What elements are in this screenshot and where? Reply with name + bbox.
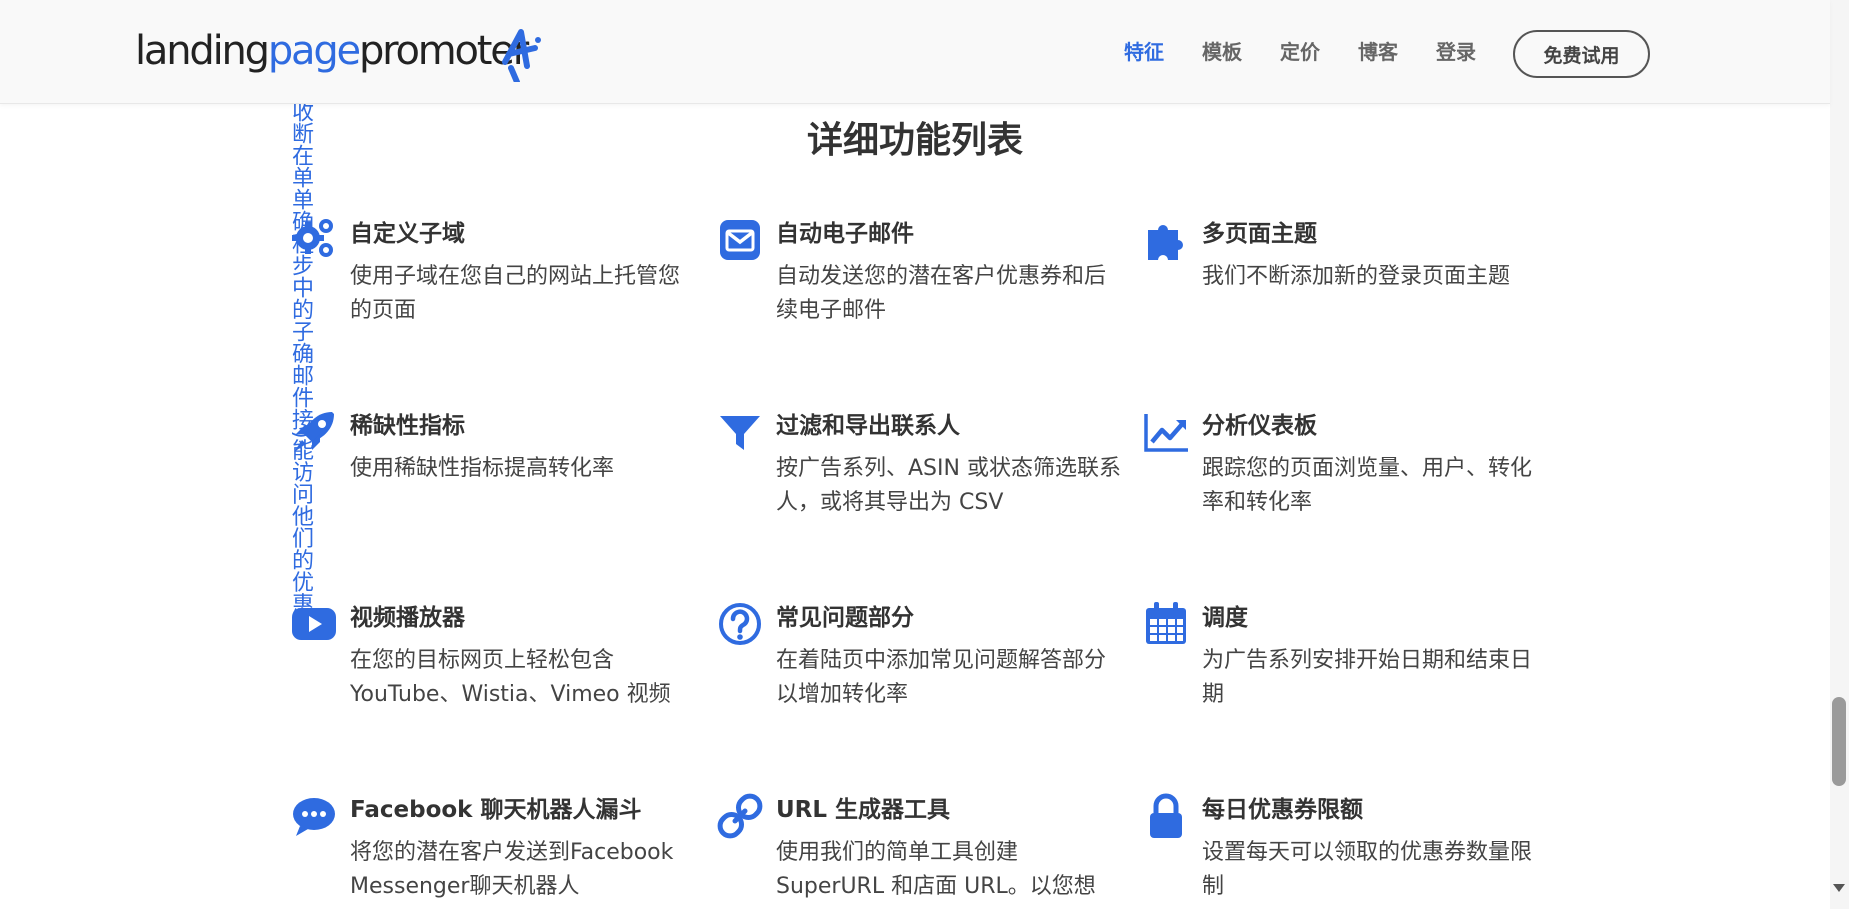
lock-icon <box>1150 793 1182 838</box>
feature-desc: 在着陆页中添加常见问题解答部分以增加转化率 <box>776 648 1107 707</box>
feature-desc: 使用稀缺性指标提高转化率 <box>350 456 615 481</box>
feature-desc: 使用我们的简单工具创建 SuperURL 和店面 URL。以您想 <box>776 840 1096 899</box>
feature-facebook-chatbot: Facebook 聊天机器人漏斗 将您的潜在客户发送到Facebook Mess… <box>293 794 710 904</box>
site-header: landingpagepromoter 特征 模板 定价 博客 登录 免费试用 <box>0 0 1830 104</box>
free-trial-button[interactable]: 免费试用 <box>1513 30 1650 78</box>
calendar-icon <box>1146 602 1186 644</box>
puzzle-icon <box>1148 225 1183 260</box>
feature-faq-section: 常见问题部分 在着陆页中添加常见问题解答部分以增加转化率 <box>719 602 1126 712</box>
gears-icon <box>292 219 333 257</box>
section-title: 详细功能列表 <box>806 120 1023 161</box>
logo-arrow-icon <box>502 29 541 82</box>
chat-icon <box>293 798 335 836</box>
nav-blog[interactable]: 博客 <box>1358 38 1398 66</box>
chart-line-icon <box>1144 414 1188 452</box>
feature-desc: 按广告系列、ASIN 或状态筛选联系人，或将其导出为 CSV <box>776 456 1121 515</box>
nav-templates[interactable]: 模板 <box>1202 38 1242 66</box>
feature-title: 稀缺性指标 <box>350 413 465 439</box>
question-circle-icon <box>719 603 761 645</box>
nav-pricing[interactable]: 定价 <box>1280 38 1320 66</box>
feature-daily-coupon-limit: 每日优惠券限额 设置每天可以领取的优惠券数量限制 <box>1150 793 1552 904</box>
site-logo[interactable]: landingpagepromoter <box>135 18 541 84</box>
feature-scheduling: 调度 为广告系列安排开始日期和结束日期 <box>1146 602 1552 712</box>
feature-desc: 为广告系列安排开始日期和结束日期 <box>1202 648 1533 707</box>
main-nav: 特征 模板 定价 博客 登录 <box>1124 38 1476 66</box>
link-icon <box>717 793 763 839</box>
feature-title: 视频播放器 <box>350 605 465 631</box>
feature-desc: 自动发送您的潜在客户优惠券和后续电子邮件 <box>776 264 1107 323</box>
feature-title: 自动电子邮件 <box>776 221 914 247</box>
feature-auto-email: 自动电子邮件 自动发送您的潜在客户优惠券和后续电子邮件 <box>720 218 1126 328</box>
feature-title: Facebook 聊天机器人漏斗 <box>350 797 642 823</box>
feature-title: 常见问题部分 <box>776 605 914 631</box>
nav-login[interactable]: 登录 <box>1436 38 1476 66</box>
feature-desc: 我们不断添加新的登录页面主题 <box>1202 264 1511 289</box>
feature-custom-subdomain: 自定义子域 使用子域在您自己的网站上托管您的页面 <box>292 218 700 328</box>
feature-multi-page-themes: 多页面主题 我们不断添加新的登录页面主题 <box>1148 218 1552 294</box>
feature-filter-export: 过滤和导出联系人 按广告系列、ASIN 或状态筛选联系人，或将其导出为 CSV <box>720 410 1126 520</box>
youtube-icon <box>292 608 336 640</box>
feature-title: 自定义子域 <box>350 221 465 247</box>
feature-desc: 使用子域在您自己的网站上托管您的页面 <box>350 264 681 323</box>
logo-text-page: page <box>267 28 361 74</box>
feature-analytics-dashboard: 分析仪表板 跟踪您的页面浏览量、用户、转化率和转化率 <box>1144 410 1552 520</box>
rocket-icon <box>294 412 334 452</box>
scrollbar-thumb[interactable] <box>1832 697 1846 786</box>
feature-desc: 设置每天可以领取的优惠券数量限制 <box>1202 840 1533 899</box>
feature-title: 多页面主题 <box>1202 221 1317 247</box>
feature-title: 每日优惠券限额 <box>1202 797 1363 823</box>
feature-desc: 跟踪您的页面浏览量、用户、转化率和转化率 <box>1202 456 1533 515</box>
envelope-icon <box>720 220 760 260</box>
logo-text-landing: landing <box>135 28 270 74</box>
feature-desc: 在您的目标网页上轻松包含 YouTube、Wistia、Vimeo 视频 <box>350 648 671 707</box>
filter-icon <box>720 416 760 450</box>
feature-title: 分析仪表板 <box>1202 413 1317 439</box>
feature-title: 过滤和导出联系人 <box>776 413 960 439</box>
feature-scarcity-indicator: 稀缺性指标 使用稀缺性指标提高转化率 <box>294 410 700 486</box>
feature-url-builder: URL 生成器工具 使用我们的简单工具创建 SuperURL 和店面 URL。以… <box>717 793 1126 904</box>
feature-video-player: 视频播放器 在您的目标网页上轻松包含 YouTube、Wistia、Vimeo … <box>292 602 700 712</box>
scroll-down-arrow-icon[interactable] <box>1833 884 1845 892</box>
nav-features[interactable]: 特征 <box>1124 38 1164 66</box>
feature-desc: 将您的潜在客户发送到Facebook Messenger聊天机器人 <box>350 840 674 899</box>
feature-title: URL 生成器工具 <box>776 797 951 823</box>
feature-title: 调度 <box>1202 605 1248 631</box>
